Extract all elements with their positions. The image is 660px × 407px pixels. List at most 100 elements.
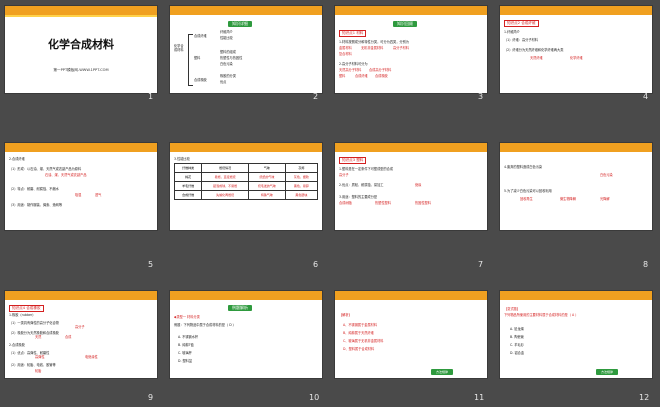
text-line: （1）一类具有弹性的高分子化合物 bbox=[9, 321, 59, 325]
slide-topbar bbox=[170, 143, 322, 152]
answer: 白色污染 bbox=[600, 173, 613, 177]
option-c: C. 羊毛衫 bbox=[510, 343, 524, 347]
slide-9[interactable]: 知识点4 合成橡胶 1.橡胶（rubber） （1）一类具有弹性的高分子化合物 … bbox=[4, 290, 158, 379]
text-line: 2.优点：质轻、耐腐蚀、易加工 bbox=[339, 183, 384, 187]
text-line: （2）橡胶分为天然橡胶和合成橡胶 bbox=[9, 331, 59, 335]
variant-heading: 【变式题】 bbox=[504, 307, 520, 311]
table-header: 燃烧情况 bbox=[201, 163, 249, 173]
answer: 高分子材料 bbox=[393, 46, 409, 50]
slide-6[interactable]: 3.性能比较 纤维种类 燃烧情况 气味 灰烬 棉花 易燃，直接燃烧 烧纸的气味 … bbox=[169, 142, 323, 231]
mind-bracket bbox=[188, 34, 193, 86]
text-line: 5.为了减少白色污染可以回收利用 bbox=[504, 189, 552, 193]
table-row: 纤维种类 燃烧情况 气味 灰烬 bbox=[173, 163, 319, 173]
answer: 合成树脂 bbox=[339, 201, 352, 205]
slide-number: 5 bbox=[148, 260, 154, 269]
option-d: D. 铝合金 bbox=[510, 351, 525, 355]
slide-5[interactable]: 2.合成纤维 （1）形成：以石油、煤、天然气或农副产品为原料 石油、煤、天然气或… bbox=[4, 142, 158, 231]
text-line: （2）用途：轮胎、电线、胶管等 bbox=[9, 363, 56, 367]
mind-root: 化学合成材料 bbox=[174, 44, 184, 53]
analysis-a: A、不锈钢属于金属材料 bbox=[343, 323, 378, 327]
text-line: 4.废弃的塑料造成白色污染 bbox=[504, 165, 543, 169]
option-a: A. 尼龙绳 bbox=[510, 327, 524, 331]
answer: 合成 bbox=[65, 335, 72, 339]
table-row: 棉花 易燃，直接燃烧 烧纸的气味 灰色，细软 bbox=[173, 172, 319, 182]
answer: 合成高分子材料 bbox=[369, 68, 392, 72]
text-line: 2.合成橡胶 bbox=[9, 343, 25, 347]
slide-10[interactable]: 例题解析 ◆类型一 材料分类 例题：下列物品中属于合成材料的是（ D ） A. … bbox=[169, 290, 323, 379]
text-line: 1.纤维简介 bbox=[504, 30, 520, 34]
answer: 天然纤维 bbox=[530, 56, 543, 60]
slide-number: 1 bbox=[148, 92, 154, 101]
table-cell: 棉花 bbox=[173, 172, 203, 182]
question: 下列物品所使用的主要材料属于合成材料的是（ A ） bbox=[504, 313, 579, 317]
text-line: （2）纤维分为天然纤维和化学纤维两大类 bbox=[504, 48, 564, 52]
option-b: B. 陶瓷碗 bbox=[510, 335, 524, 339]
point-heading: 知识点3 塑料 bbox=[339, 157, 367, 164]
answer: 化学纤维 bbox=[570, 56, 583, 60]
answer: 高分子 bbox=[339, 173, 349, 177]
mind-leaf: 优点 bbox=[220, 80, 227, 84]
mind-leaf: 塑料的组成 bbox=[220, 50, 236, 54]
slide-topbar bbox=[5, 6, 157, 15]
section-tag: 知识详细 bbox=[228, 21, 252, 27]
table-cell: 灰色，细软 bbox=[284, 172, 319, 182]
slide-number: 6 bbox=[313, 260, 319, 269]
method-button[interactable]: 方法规律 bbox=[431, 369, 453, 375]
slide-4[interactable]: 知识点2 合成纤维 1.纤维简介 （1）纤维：高分子材料 （2）纤维分为天然纤维… bbox=[499, 5, 653, 94]
mind-branch-1: 合成纤维 bbox=[194, 34, 207, 38]
slide-number: 12 bbox=[639, 393, 650, 402]
option-a: A. 不锈钢水杯 bbox=[178, 335, 199, 339]
table-cell: 羊毛纤维 bbox=[173, 181, 203, 191]
answer: 高分子 bbox=[75, 325, 85, 329]
mind-leaf: 橡胶的分类 bbox=[220, 74, 236, 78]
method-button[interactable]: 方法规律 bbox=[596, 369, 618, 375]
answer: 金属材料 bbox=[339, 46, 352, 50]
table-cell: 黑色，易碎 bbox=[284, 181, 319, 191]
mind-leaf: 白色污染 bbox=[220, 62, 233, 66]
answer: 石油、煤、天然气或农副产品 bbox=[45, 173, 87, 177]
slide-number: 2 bbox=[313, 92, 319, 101]
section-tag: 知识回顾 bbox=[393, 21, 417, 27]
slide-7[interactable]: 知识点3 塑料 1.塑料是在一定条件下可塑成型的合成 高分子 2.优点：质轻、耐… bbox=[334, 142, 488, 231]
slide-number: 11 bbox=[474, 393, 485, 402]
slide-number: 7 bbox=[478, 260, 484, 269]
point-heading: 知识点1 材料 bbox=[339, 30, 367, 37]
text-line: 2.高分子材料可分为 bbox=[339, 62, 368, 66]
mind-branch-3: 合成橡胶 bbox=[194, 78, 207, 82]
table-cell: 合成纤维 bbox=[173, 190, 203, 200]
slide-topbar bbox=[170, 291, 322, 300]
point-heading: 知识点2 合成纤维 bbox=[504, 20, 539, 27]
slide-topbar bbox=[335, 143, 487, 152]
point-heading: 知识点4 合成橡胶 bbox=[9, 305, 44, 312]
question: 例题：下列物品中属于合成材料的是（ D ） bbox=[174, 323, 236, 327]
table-header: 灰烬 bbox=[284, 163, 319, 173]
table-cell: 先熔化再燃烧 bbox=[201, 190, 249, 200]
slide-number: 4 bbox=[643, 92, 649, 101]
slide-2[interactable]: 知识详细 化学合成材料 合成纤维 纤维简介 性能比较 塑料 塑料的组成 热塑性与… bbox=[169, 5, 323, 94]
answer: 轮胎 bbox=[35, 369, 42, 373]
comparison-table: 纤维种类 燃烧情况 气味 灰烬 棉花 易燃，直接燃烧 烧纸的气味 灰色，细软 羊… bbox=[173, 163, 319, 200]
slide-3[interactable]: 知识回顾 知识点1 材料 1.材料按照成分和特性分类，可分为四类，分别为 金属材… bbox=[334, 5, 488, 94]
text-line: 3.性能比较 bbox=[174, 157, 190, 161]
answer: 热固性塑料 bbox=[415, 201, 431, 205]
answer: 高弹性 bbox=[35, 355, 45, 359]
slide-topbar-accent bbox=[5, 15, 157, 17]
type-heading: ◆类型一 材料分类 bbox=[174, 315, 200, 319]
slide-8[interactable]: 4.废弃的塑料造成白色污染 白色污染 5.为了减少白色污染可以回收利用 回收再生… bbox=[499, 142, 653, 231]
answer: 复合材料 bbox=[339, 52, 352, 56]
table-row: 合成纤维 先熔化再燃烧 特殊气味 黑色硬块 bbox=[173, 190, 319, 200]
answer: 天然高分子材料 bbox=[339, 68, 362, 72]
mind-leaf: 性能比较 bbox=[220, 36, 233, 40]
slide-number: 3 bbox=[478, 92, 484, 101]
slide-topbar bbox=[500, 143, 652, 152]
slide-topbar bbox=[170, 6, 322, 15]
answer: 天然 bbox=[35, 335, 42, 339]
table-row: 羊毛纤维 起泡成球，不易燃 烧毛发的气味 黑色，易碎 bbox=[173, 181, 319, 191]
slide-11[interactable]: 【解析】 A、不锈钢属于金属材料 B、纯棉属于天然纤维 C、玻璃属于无机非金属材… bbox=[334, 290, 488, 379]
text-line: （1）形成：以石油、煤、天然气或农副产品为原料 bbox=[9, 167, 82, 171]
slide-footer: 第一PPT模板网-WWW.1PPT.COM bbox=[53, 68, 109, 72]
analysis-b: B、纯棉属于天然纤维 bbox=[343, 331, 374, 335]
slide-12[interactable]: 【变式题】 下列物品所使用的主要材料属于合成材料的是（ A ） A. 尼龙绳 B… bbox=[499, 290, 653, 379]
option-b: B. 纯棉T恤 bbox=[178, 343, 194, 347]
slide-1[interactable]: 化学合成材料 第一PPT模板网-WWW.1PPT.COM bbox=[4, 5, 158, 94]
